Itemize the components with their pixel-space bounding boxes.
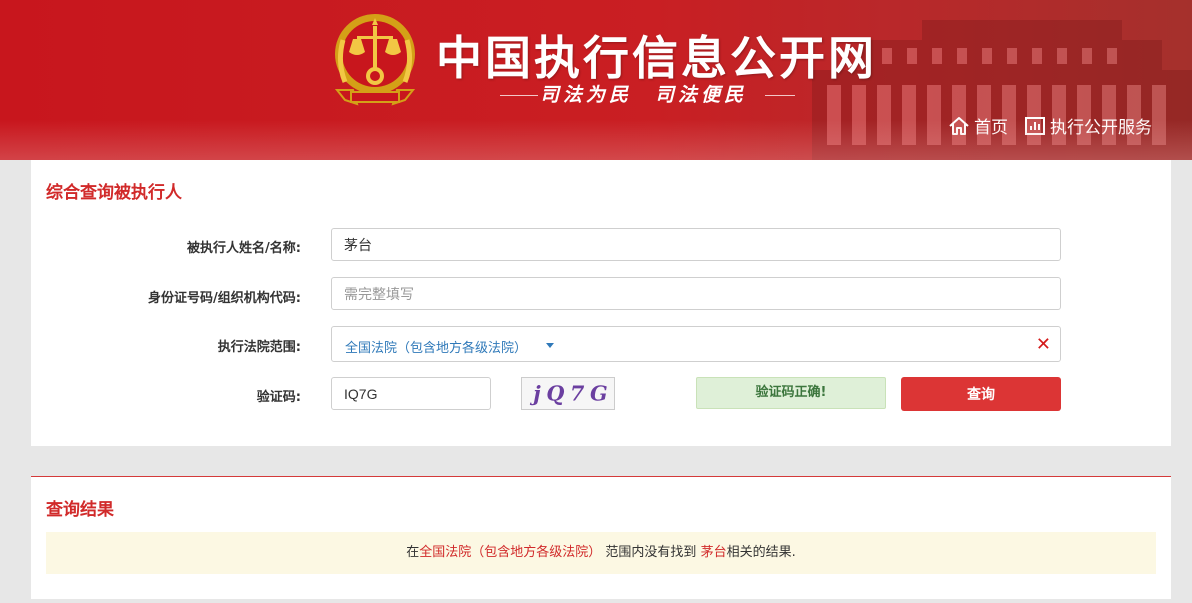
nav-execution-service-label: 执行公开服务 <box>1050 118 1152 138</box>
site-header: 中国执行信息公开网 司法为民 司法便民 首页 执行公开服务 <box>0 0 1192 160</box>
result-message: 在全国法院（包含地方各级法院） 范围内没有找到 茅台相关的结果. <box>46 532 1156 574</box>
result-title: 查询结果 <box>46 500 114 520</box>
query-button[interactable]: 查询 <box>901 377 1061 411</box>
form-title: 综合查询被执行人 <box>46 183 182 203</box>
result-scope: 全国法院（包含地方各级法院） <box>419 545 602 560</box>
court-emblem-logo <box>334 14 416 106</box>
result-keyword: 茅台 <box>700 545 727 560</box>
captcha-image-text: jQ7G <box>529 382 613 406</box>
nav-home-label: 首页 <box>974 118 1008 138</box>
captcha-image[interactable]: jQ7G <box>521 377 615 410</box>
captcha-label: 验证码: <box>256 390 301 405</box>
nav-execution-service[interactable]: 执行公开服务 <box>1024 113 1152 138</box>
captcha-input[interactable] <box>331 377 491 410</box>
court-scope-select[interactable]: 全国法院（包含地方各级法院） ✕ <box>331 326 1061 362</box>
result-middle: 范围内没有找到 <box>605 545 697 560</box>
name-input[interactable] <box>331 228 1061 261</box>
captcha-status-badge: 验证码正确! <box>696 377 886 409</box>
chevron-down-icon[interactable] <box>546 343 554 348</box>
site-title: 中国执行信息公开网 <box>436 31 877 85</box>
result-panel: 查询结果 在全国法院（包含地方各级法院） 范围内没有找到 茅台相关的结果. <box>31 476 1171 599</box>
top-navigation: 首页 执行公开服务 <box>948 113 1152 138</box>
slogan-divider-right <box>765 95 795 96</box>
name-label: 被执行人姓名/名称: <box>187 241 301 256</box>
court-scope-value: 全国法院（包含地方各级法院） <box>345 341 528 356</box>
clear-selection-icon[interactable]: ✕ <box>1036 336 1051 354</box>
bar-chart-icon <box>1025 116 1045 135</box>
nav-home[interactable]: 首页 <box>948 113 1008 138</box>
home-icon <box>949 116 969 135</box>
id-label: 身份证号码/组织机构代码: <box>148 291 301 306</box>
result-suffix: 相关的结果. <box>726 545 796 560</box>
court-scope-label: 执行法院范围: <box>217 340 301 355</box>
id-number-input[interactable] <box>331 277 1061 310</box>
slogan-divider-left <box>500 95 538 96</box>
site-slogan: 司法为民 司法便民 <box>540 84 748 106</box>
result-prefix: 在 <box>406 545 420 560</box>
search-form-panel: 综合查询被执行人 被执行人姓名/名称: 身份证号码/组织机构代码: 执行法院范围… <box>31 160 1171 446</box>
